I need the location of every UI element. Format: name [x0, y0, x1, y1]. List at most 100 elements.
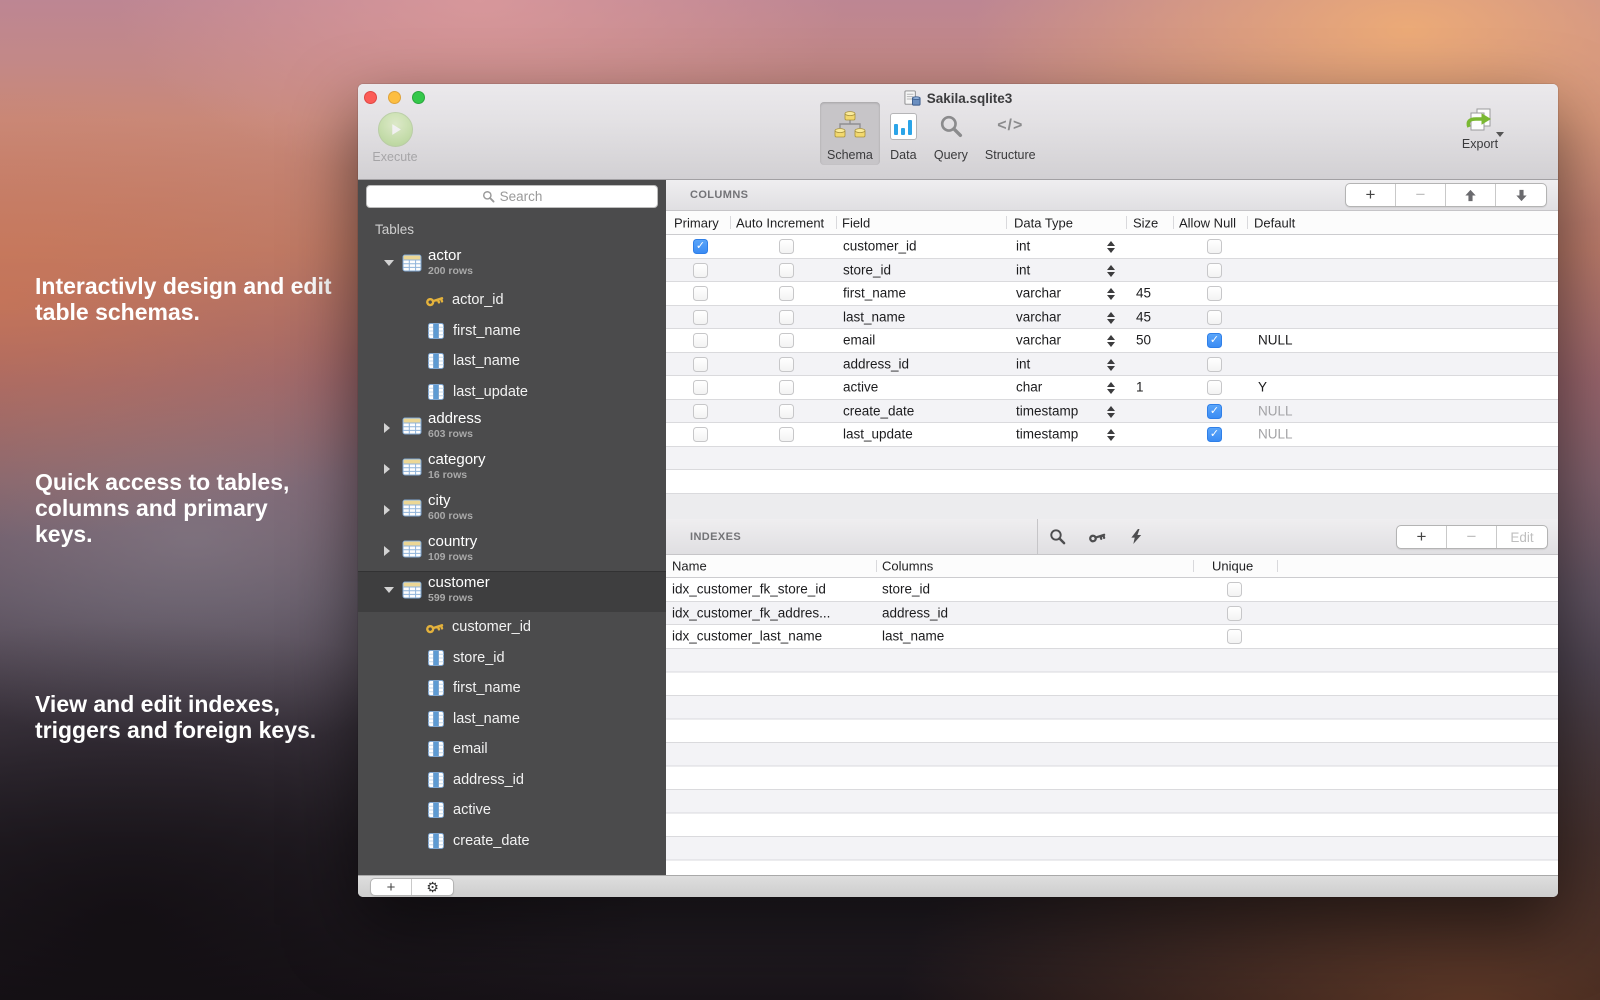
data-type-stepper[interactable] — [1107, 380, 1116, 396]
sidebar-column-last-update[interactable]: last_update — [358, 377, 666, 408]
sidebar-column-store-id[interactable]: store_id — [358, 643, 666, 674]
allow-null-checkbox[interactable] — [1207, 239, 1222, 254]
disclosure-open-icon[interactable] — [384, 587, 394, 593]
sidebar-column-address-id[interactable]: address_id — [358, 765, 666, 796]
primary-checkbox[interactable] — [693, 357, 708, 372]
foreign-keys-view-icon[interactable] — [1088, 527, 1107, 546]
primary-checkbox[interactable] — [693, 286, 708, 301]
search-input[interactable]: Search — [366, 185, 658, 208]
sidebar-column-first-name[interactable]: first_name — [358, 316, 666, 347]
allow-null-checkbox[interactable] — [1207, 333, 1222, 348]
sidebar-table-city[interactable]: city 600 rows — [358, 489, 666, 530]
data-type-stepper[interactable] — [1107, 427, 1116, 443]
allow-null-checkbox[interactable] — [1207, 404, 1222, 419]
primary-checkbox[interactable] — [693, 263, 708, 278]
column-row-address-id[interactable]: address_id int — [666, 353, 1558, 377]
code-brackets-icon: </> — [997, 107, 1023, 145]
unique-checkbox[interactable] — [1227, 629, 1242, 644]
auto-increment-checkbox[interactable] — [779, 333, 794, 348]
sidebar-column-actor-id[interactable]: actor_id — [358, 285, 666, 316]
data-type-stepper[interactable] — [1107, 310, 1116, 326]
index-row-last-name[interactable]: idx_customer_last_name last_name — [666, 625, 1558, 649]
triggers-view-icon[interactable] — [1129, 529, 1144, 544]
index-row-fk-address[interactable]: idx_customer_fk_addres... address_id — [666, 602, 1558, 626]
primary-checkbox[interactable] — [693, 239, 708, 254]
primary-checkbox[interactable] — [693, 404, 708, 419]
unique-checkbox[interactable] — [1227, 582, 1242, 597]
tab-data[interactable]: Data — [883, 102, 924, 165]
column-row-first-name[interactable]: first_name varchar 45 — [666, 282, 1558, 306]
sidebar-column-email[interactable]: email — [358, 734, 666, 765]
primary-checkbox[interactable] — [693, 333, 708, 348]
column-row-create-date[interactable]: create_date timestamp NULL — [666, 400, 1558, 424]
auto-increment-checkbox[interactable] — [779, 263, 794, 278]
add-index-button[interactable]: + — [1397, 526, 1447, 548]
auto-increment-checkbox[interactable] — [779, 357, 794, 372]
auto-increment-checkbox[interactable] — [779, 427, 794, 442]
allow-null-checkbox[interactable] — [1207, 427, 1222, 442]
index-row-fk-store-id[interactable]: idx_customer_fk_store_id store_id — [666, 578, 1558, 602]
auto-increment-checkbox[interactable] — [779, 286, 794, 301]
primary-checkbox[interactable] — [693, 427, 708, 442]
auto-increment-checkbox[interactable] — [779, 380, 794, 395]
add-table-button[interactable]: + — [371, 879, 412, 895]
sidebar-column-customer-id[interactable]: customer_id — [358, 612, 666, 643]
remove-column-button[interactable]: − — [1396, 184, 1446, 206]
export-button[interactable]: Export — [1448, 108, 1512, 151]
disclosure-closed-icon[interactable] — [384, 505, 390, 515]
allow-null-checkbox[interactable] — [1207, 380, 1222, 395]
toolbar-mode-tabs: Schema Data Query </> — [820, 102, 1043, 165]
primary-checkbox[interactable] — [693, 310, 708, 325]
execute-button[interactable]: Execute — [365, 110, 425, 164]
move-column-up-button[interactable] — [1446, 184, 1496, 206]
auto-increment-checkbox[interactable] — [779, 404, 794, 419]
primary-checkbox[interactable] — [693, 380, 708, 395]
sidebar-table-customer[interactable]: customer 599 rows — [358, 571, 666, 612]
allow-null-checkbox[interactable] — [1207, 357, 1222, 372]
add-column-button[interactable]: + — [1346, 184, 1396, 206]
tab-schema[interactable]: Schema — [820, 102, 880, 165]
allow-null-checkbox[interactable] — [1207, 286, 1222, 301]
edit-index-button[interactable]: Edit — [1497, 526, 1547, 548]
data-type-stepper[interactable] — [1107, 333, 1116, 349]
column-row-last-update[interactable]: last_update timestamp NULL — [666, 423, 1558, 447]
data-type-stepper[interactable] — [1107, 404, 1116, 420]
column-row-store-id[interactable]: store_id int — [666, 259, 1558, 283]
data-type-stepper[interactable] — [1107, 263, 1116, 279]
disclosure-open-icon[interactable] — [384, 260, 394, 266]
sidebar-column-first-name-2[interactable]: first_name — [358, 673, 666, 704]
column-icon — [428, 353, 444, 369]
sidebar-table-category[interactable]: category 16 rows — [358, 448, 666, 489]
settings-button[interactable]: ⚙ — [412, 879, 453, 895]
unique-checkbox[interactable] — [1227, 606, 1242, 621]
remove-index-button[interactable]: − — [1447, 526, 1497, 548]
sidebar-table-address[interactable]: address 603 rows — [358, 407, 666, 448]
disclosure-closed-icon[interactable] — [384, 423, 390, 433]
columns-table-header: Primary Auto Increment Field Data Type S… — [666, 211, 1558, 235]
sidebar-column-active[interactable]: active — [358, 795, 666, 826]
disclosure-closed-icon[interactable] — [384, 464, 390, 474]
sidebar-column-last-name[interactable]: last_name — [358, 346, 666, 377]
allow-null-checkbox[interactable] — [1207, 263, 1222, 278]
tab-structure[interactable]: </> Structure — [978, 102, 1043, 165]
indexes-view-icon[interactable] — [1049, 528, 1066, 545]
data-type-stepper[interactable] — [1107, 357, 1116, 373]
column-row-active[interactable]: active char 1 Y — [666, 376, 1558, 400]
allow-null-checkbox[interactable] — [1207, 310, 1222, 325]
columns-section-header: COLUMNS + − — [666, 180, 1558, 211]
data-type-stepper[interactable] — [1107, 239, 1116, 255]
data-type-stepper[interactable] — [1107, 286, 1116, 302]
move-column-down-button[interactable] — [1496, 184, 1546, 206]
sidebar-table-actor[interactable]: actor 200 rows — [358, 244, 666, 285]
column-row-email[interactable]: email varchar 50 NULL — [666, 329, 1558, 353]
table-icon — [402, 498, 422, 518]
sidebar-column-create-date[interactable]: create_date — [358, 826, 666, 857]
sidebar-table-country[interactable]: country 109 rows — [358, 530, 666, 571]
tab-query[interactable]: Query — [927, 102, 975, 165]
column-row-customer-id[interactable]: customer_id int — [666, 235, 1558, 259]
column-row-last-name[interactable]: last_name varchar 45 — [666, 306, 1558, 330]
sidebar-column-last-name-2[interactable]: last_name — [358, 704, 666, 735]
auto-increment-checkbox[interactable] — [779, 310, 794, 325]
disclosure-closed-icon[interactable] — [384, 546, 390, 556]
auto-increment-checkbox[interactable] — [779, 239, 794, 254]
